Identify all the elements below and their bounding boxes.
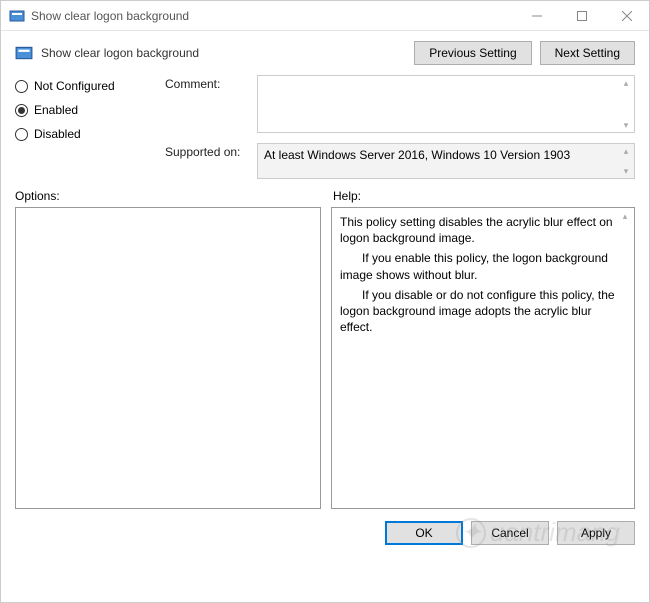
window-title: Show clear logon background	[31, 9, 514, 23]
cancel-button[interactable]: Cancel	[471, 521, 549, 545]
options-pane	[15, 207, 321, 509]
help-pane: ▴ This policy setting disables the acryl…	[331, 207, 635, 509]
radio-not-configured[interactable]: Not Configured	[15, 79, 155, 93]
scroll-down-icon: ▾	[618, 164, 634, 178]
policy-icon	[9, 8, 25, 24]
radio-label: Disabled	[34, 127, 81, 141]
window-controls	[514, 1, 649, 31]
scrollbar[interactable]: ▴ ▾	[618, 76, 634, 132]
radio-label: Not Configured	[34, 79, 115, 93]
radio-disabled[interactable]: Disabled	[15, 127, 155, 141]
previous-setting-button[interactable]: Previous Setting	[414, 41, 531, 65]
config-area: Not Configured Enabled Disabled Comment:…	[1, 71, 649, 189]
scroll-down-icon: ▾	[618, 118, 634, 132]
supported-label: Supported on:	[165, 143, 249, 159]
scroll-up-icon: ▴	[618, 76, 634, 90]
supported-on-box: At least Windows Server 2016, Windows 10…	[257, 143, 635, 179]
policy-icon	[15, 44, 33, 62]
titlebar: Show clear logon background	[1, 1, 649, 31]
supported-value: At least Windows Server 2016, Windows 10…	[264, 148, 570, 162]
comment-input[interactable]: ▴ ▾	[257, 75, 635, 133]
scroll-up-icon: ▴	[618, 210, 632, 222]
help-label: Help:	[333, 189, 361, 203]
radio-icon	[15, 128, 28, 141]
radio-enabled[interactable]: Enabled	[15, 103, 155, 117]
scroll-up-icon: ▴	[618, 144, 634, 158]
state-radios: Not Configured Enabled Disabled	[15, 75, 155, 179]
radio-icon	[15, 104, 28, 117]
close-button[interactable]	[604, 1, 649, 31]
minimize-button[interactable]	[514, 1, 559, 31]
dialog-footer: OK Cancel Apply	[1, 509, 649, 555]
radio-label: Enabled	[34, 103, 78, 117]
help-text: If you enable this policy, the logon bac…	[340, 250, 626, 282]
radio-icon	[15, 80, 28, 93]
options-label: Options:	[15, 189, 333, 203]
ok-button[interactable]: OK	[385, 521, 463, 545]
help-text: This policy setting disables the acrylic…	[340, 214, 626, 246]
header: Show clear logon background Previous Set…	[1, 31, 649, 71]
comment-label: Comment:	[165, 75, 249, 91]
policy-title: Show clear logon background	[41, 46, 414, 60]
section-labels: Options: Help:	[1, 189, 649, 207]
maximize-button[interactable]	[559, 1, 604, 31]
help-text: If you disable or do not configure this …	[340, 287, 626, 336]
next-setting-button[interactable]: Next Setting	[540, 41, 635, 65]
apply-button[interactable]: Apply	[557, 521, 635, 545]
scrollbar[interactable]: ▴ ▾	[618, 144, 634, 178]
